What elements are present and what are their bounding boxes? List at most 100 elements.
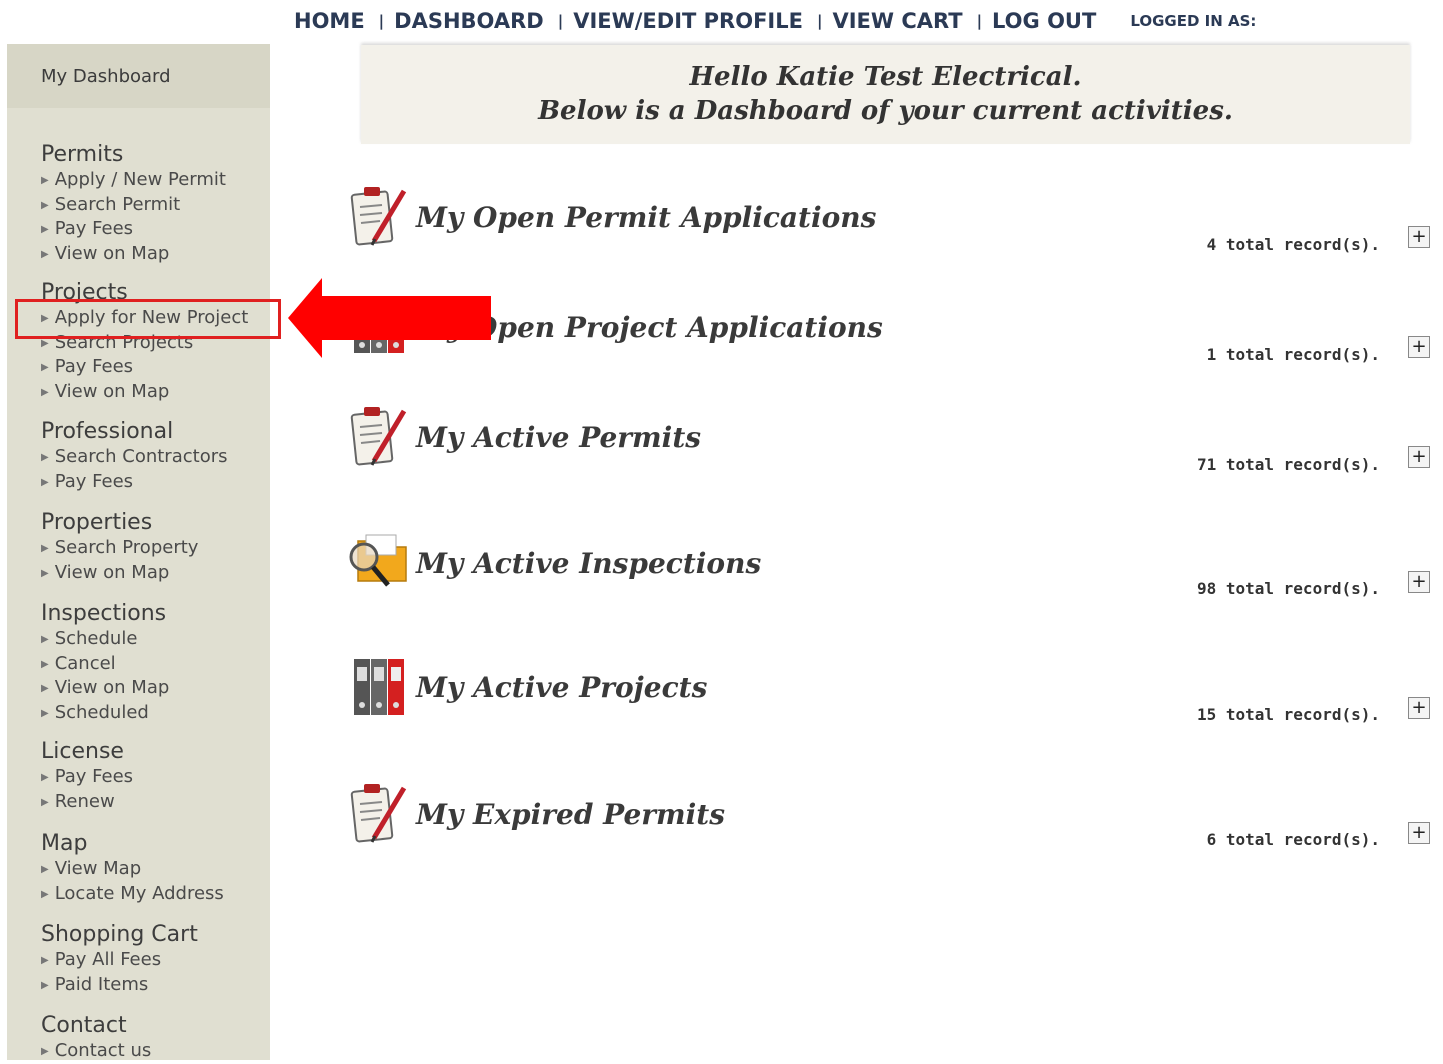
nav-separator: | xyxy=(976,12,983,30)
triangle-right-icon: ▶ xyxy=(41,476,49,488)
triangle-right-icon: ▶ xyxy=(41,1046,49,1057)
sidebar-item-search-contractors[interactable]: ▶ Search Contractors xyxy=(41,445,228,470)
sidebar-item-professional-pay-fees[interactable]: ▶ Pay Fees xyxy=(41,470,228,495)
triangle-right-icon: ▶ xyxy=(41,567,49,579)
sidebar-item-license-pay-fees[interactable]: ▶ Pay Fees xyxy=(41,765,133,790)
record-count: 71 total record(s). xyxy=(1196,455,1380,474)
triangle-right-icon: ▶ xyxy=(41,543,49,554)
sidebar-item-view-map[interactable]: ▶ View Map xyxy=(41,857,224,882)
record-count: 4 total record(s). xyxy=(1206,235,1380,254)
expand-button[interactable]: + xyxy=(1408,697,1430,719)
triangle-right-icon: ▶ xyxy=(41,772,49,783)
triangle-right-icon: ▶ xyxy=(41,248,49,260)
sidebar-item-renew[interactable]: ▶ Renew xyxy=(41,790,133,815)
record-count: 15 total record(s). xyxy=(1196,705,1380,724)
sidebar-group-properties: Properties ▶ Search Property ▶ View on Map xyxy=(41,510,198,585)
sidebar-item-pay-all-fees[interactable]: ▶ Pay All Fees xyxy=(41,948,198,973)
triangle-right-icon: ▶ xyxy=(41,955,49,966)
record-active-projects: My Active Projects 15 total record(s). + xyxy=(340,653,1435,753)
sidebar-item-search-property[interactable]: ▶ Search Property xyxy=(41,536,198,561)
clipboard-pencil-icon xyxy=(350,784,407,843)
sidebar-group-shopping-cart: Shopping Cart ▶ Pay All Fees ▶ Paid Items xyxy=(41,922,198,997)
triangle-right-icon: ▶ xyxy=(41,979,49,991)
triangle-right-icon: ▶ xyxy=(41,386,49,398)
sidebar-item-inspection-view-map[interactable]: ▶ View on Map xyxy=(41,676,169,701)
sidebar-item-project-view-map[interactable]: ▶ View on Map xyxy=(41,380,248,405)
nav-dashboard-link[interactable]: DASHBOARD xyxy=(394,9,544,33)
triangle-right-icon: ▶ xyxy=(41,683,49,695)
sidebar-item-schedule[interactable]: ▶ Schedule xyxy=(41,627,169,652)
record-count: 98 total record(s). xyxy=(1196,579,1380,598)
sidebar-group-title: Properties xyxy=(41,510,153,535)
sidebar-group-professional: Professional ▶ Search Contractors ▶ Pay Fe… xyxy=(41,419,228,494)
triangle-right-icon: ▶ xyxy=(41,337,49,349)
greeting-banner: Hello Katie Test Electrical. Below is a … xyxy=(361,45,1410,144)
nav-home-link[interactable]: HOME xyxy=(294,9,365,33)
sidebar-group-inspections: Inspections ▶ Schedule ▶ Cancel ▶ View on M… xyxy=(41,601,169,725)
sidebar-item-permit-view-map[interactable]: ▶ View on Map xyxy=(41,242,226,267)
record-count: 6 total record(s). xyxy=(1206,830,1380,849)
red-arrow-icon xyxy=(288,278,491,358)
sidebar-group-title: Contact xyxy=(41,1013,127,1038)
triangle-right-icon: ▶ xyxy=(41,224,49,236)
triangle-right-icon: ▶ xyxy=(41,175,49,186)
expand-button[interactable]: + xyxy=(1408,336,1430,358)
record-title: My Open Permit Applications xyxy=(416,201,877,234)
nav-logout-link[interactable]: LOG OUT xyxy=(992,9,1096,33)
record-expired-permits: My Expired Permits 6 total record(s). + xyxy=(340,780,1435,880)
binders-icon xyxy=(354,659,404,715)
sidebar-item-project-pay-fees[interactable]: ▶ Pay Fees xyxy=(41,355,248,380)
triangle-right-icon: ▶ xyxy=(41,796,49,808)
triangle-right-icon: ▶ xyxy=(41,888,49,900)
sidebar-group-license: License ▶ Pay Fees ▶ Renew xyxy=(41,739,133,814)
expand-button[interactable]: + xyxy=(1408,226,1430,248)
record-open-project-applications: My Open Project Applications 1 total rec… xyxy=(340,293,1435,393)
clipboard-pencil-icon xyxy=(350,407,407,466)
expand-button[interactable]: + xyxy=(1408,822,1430,844)
sidebar-item-scheduled[interactable]: ▶ Scheduled xyxy=(41,701,169,726)
nav-profile-link[interactable]: VIEW/EDIT PROFILE xyxy=(573,9,803,33)
clipboard-pencil-icon xyxy=(350,187,407,246)
greeting-line: Hello Katie Test Electrical. xyxy=(689,62,1082,92)
triangle-right-icon: ▶ xyxy=(41,658,49,670)
record-active-inspections: My Active Inspections 98 total record(s)… xyxy=(340,527,1435,627)
nav-separator: | xyxy=(557,12,564,30)
sidebar-dashboard-header[interactable]: My Dashboard xyxy=(7,44,270,108)
sidebar-group-title: Professional xyxy=(41,419,174,444)
highlight-box xyxy=(15,299,281,339)
sidebar-item-locate-address[interactable]: ▶ Locate My Address xyxy=(41,882,224,907)
nav-cart-link[interactable]: VIEW CART xyxy=(832,9,962,33)
sidebar-group-title: License xyxy=(41,739,124,764)
sidebar-group-map: Map ▶ View Map ▶ Locate My Address xyxy=(41,831,224,906)
sidebar-group-contact: Contact ▶ Contact us xyxy=(41,1013,151,1064)
top-navigation: HOME | DASHBOARD | VIEW/EDIT PROFILE | V… xyxy=(294,6,1256,36)
triangle-right-icon: ▶ xyxy=(41,452,49,463)
sidebar-group-title: Permits xyxy=(41,142,124,167)
triangle-right-icon: ▶ xyxy=(41,707,49,719)
sidebar: My Dashboard Permits ▶ Apply / New Permit… xyxy=(7,44,270,1061)
logged-in-label: LOGGED IN AS: xyxy=(1130,12,1257,30)
sidebar-item-permit-pay-fees[interactable]: ▶ Pay Fees xyxy=(41,217,226,242)
triangle-right-icon: ▶ xyxy=(41,634,49,645)
nav-separator: | xyxy=(816,12,823,30)
triangle-right-icon: ▶ xyxy=(41,362,49,374)
record-title: My Active Projects xyxy=(416,671,708,704)
triangle-right-icon: ▶ xyxy=(41,864,49,875)
record-count: 1 total record(s). xyxy=(1206,345,1380,364)
sidebar-item-search-permit[interactable]: ▶ Search Permit xyxy=(41,193,226,218)
sidebar-group-title: Shopping Cart xyxy=(41,922,198,947)
record-open-permit-applications: My Open Permit Applications 4 total reco… xyxy=(340,183,1435,283)
record-active-permits: My Active Permits 71 total record(s). + xyxy=(340,403,1435,503)
sidebar-item-property-view-map[interactable]: ▶ View on Map xyxy=(41,561,198,586)
sidebar-group-title: Inspections xyxy=(41,601,167,626)
expand-button[interactable]: + xyxy=(1408,446,1430,468)
record-title: My Active Inspections xyxy=(416,547,762,580)
triangle-right-icon: ▶ xyxy=(41,199,49,211)
sidebar-item-cancel[interactable]: ▶ Cancel xyxy=(41,652,169,677)
sidebar-group-title: Map xyxy=(41,831,88,856)
sidebar-item-apply-new-permit[interactable]: ▶ Apply / New Permit xyxy=(41,168,226,193)
expand-button[interactable]: + xyxy=(1408,571,1430,593)
sidebar-group-permits: Permits ▶ Apply / New Permit ▶ Search Perm… xyxy=(41,142,226,266)
record-title: My Expired Permits xyxy=(416,798,725,831)
sidebar-item-paid-items[interactable]: ▶ Paid Items xyxy=(41,973,198,998)
